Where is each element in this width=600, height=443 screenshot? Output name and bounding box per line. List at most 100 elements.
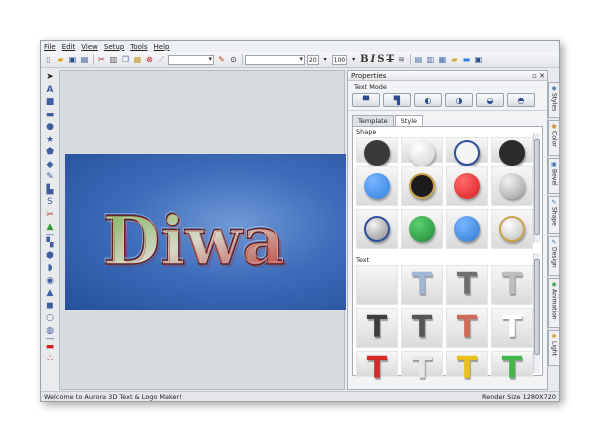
distribute-icon[interactable]: ▦	[437, 54, 448, 65]
tab-style[interactable]: Style	[394, 115, 423, 126]
text-style-item[interactable]: T	[446, 351, 488, 384]
chevron-down-icon[interactable]: ▾	[348, 54, 359, 65]
particles-tool-icon[interactable]: ∴	[44, 353, 56, 365]
mode-shadow-button[interactable]: ◓	[507, 93, 535, 107]
shape-style-item[interactable]	[356, 209, 398, 249]
text-style-item[interactable]	[356, 265, 398, 305]
bold-button[interactable]: B	[360, 54, 368, 65]
save-as-icon[interactable]: ▤	[79, 54, 90, 65]
shape-tool-icon[interactable]: ◆	[44, 159, 56, 171]
side-tab-styles[interactable]: ◉ Styles	[548, 82, 560, 118]
circle-tool-icon[interactable]: ●	[44, 121, 56, 133]
side-tab-color[interactable]: ◉ Color	[548, 120, 560, 156]
flag-tool-icon[interactable]: ▬	[44, 341, 56, 353]
chart-tool-icon[interactable]: ▙	[44, 184, 56, 196]
print-icon[interactable]: ▥	[108, 54, 119, 65]
shape-style-item[interactable]	[401, 209, 443, 249]
shape-style-item[interactable]	[491, 209, 533, 249]
mode-flat-button[interactable]: ▀	[352, 93, 380, 107]
shape-scroll-thumb[interactable]	[534, 139, 540, 235]
menu-edit[interactable]: Edit	[62, 43, 76, 51]
image-icon[interactable]: ▬	[461, 54, 472, 65]
render-scene[interactable]: Diwa Diwa Diwa	[65, 154, 346, 310]
open-folder-icon[interactable]: ▰	[55, 54, 66, 65]
rectangle-tool-icon[interactable]: ■	[44, 96, 56, 108]
text-style-item[interactable]: T	[491, 308, 533, 348]
folder-icon[interactable]: ▰	[449, 54, 460, 65]
ring-tool-icon[interactable]: ○	[44, 312, 56, 324]
scissors-tool-icon[interactable]: ✂	[44, 209, 56, 221]
menu-setup[interactable]: Setup	[104, 43, 124, 51]
shape-style-item[interactable]	[446, 166, 488, 206]
brush-icon[interactable]: ⟋	[156, 54, 167, 65]
text-style-item[interactable]: T	[491, 351, 533, 384]
torus-tool-icon[interactable]: ◉	[44, 275, 56, 287]
text-scroll-thumb[interactable]	[534, 259, 540, 355]
save-icon[interactable]: ▣	[67, 54, 78, 65]
pentagon-tool-icon[interactable]: ⬟	[44, 146, 56, 158]
text-style-item[interactable]: T	[401, 351, 443, 384]
cut-icon[interactable]: ✂	[96, 54, 107, 65]
text-style-item[interactable]: T	[491, 265, 533, 305]
box-tool-icon[interactable]: ◼	[44, 300, 56, 312]
font-select[interactable]	[245, 54, 305, 65]
mode-round-button[interactable]: ◑	[445, 93, 473, 107]
side-tab-light[interactable]: ✱ Light	[548, 330, 560, 366]
play-icon[interactable]: ⊙	[228, 54, 239, 65]
side-tab-animation[interactable]: ◉ Animation	[548, 278, 560, 328]
text-tool-icon[interactable]: A	[44, 84, 56, 96]
menu-tools[interactable]: Tools	[130, 43, 147, 51]
cylinder-tool-icon[interactable]: ⬢	[44, 250, 56, 262]
canvas-area[interactable]: Diwa Diwa Diwa	[59, 70, 346, 390]
select-arrow-icon[interactable]: ➤	[44, 71, 56, 83]
side-tab-bevel[interactable]: ▣ Bevel	[548, 158, 560, 194]
font-size-field[interactable]: 20	[307, 54, 319, 65]
shape-style-item[interactable]	[491, 166, 533, 206]
side-tab-shape[interactable]: ✎ Shape	[548, 196, 560, 234]
text-style-item[interactable]: T	[401, 265, 443, 305]
shape-style-item[interactable]	[356, 137, 398, 166]
logo-3d-text[interactable]: Diwa Diwa Diwa	[97, 182, 297, 282]
panel-close-icon[interactable]: ▫ ✕	[532, 72, 547, 80]
mode-ring-button[interactable]: ◒	[476, 93, 504, 107]
shape-style-item[interactable]	[491, 137, 533, 166]
s-shape-tool-icon[interactable]: S	[44, 196, 56, 208]
mode-extrude-button[interactable]: ▜	[383, 93, 411, 107]
delete-icon[interactable]: ⊗	[144, 54, 155, 65]
text-style-item[interactable]: T	[356, 351, 398, 384]
shape-style-item[interactable]	[401, 166, 443, 206]
cone-tool-icon[interactable]: ◗	[44, 262, 56, 274]
shape-style-item[interactable]	[446, 209, 488, 249]
menu-file[interactable]: File	[44, 43, 56, 51]
color-picker-icon[interactable]: ✎	[216, 54, 227, 65]
shape-style-item[interactable]	[446, 137, 488, 166]
font-family-select[interactable]	[168, 54, 214, 65]
shape-style-item[interactable]	[356, 166, 398, 206]
strike-button[interactable]: T	[386, 54, 393, 65]
zoom-field[interactable]: 100	[331, 54, 348, 65]
align-icon[interactable]: ▤	[413, 54, 424, 65]
menu-view[interactable]: View	[81, 43, 98, 51]
side-tab-design[interactable]: ✎ Design	[548, 236, 560, 276]
text-style-item[interactable]: T	[356, 308, 398, 348]
align-center-icon[interactable]: ▥	[425, 54, 436, 65]
tab-template[interactable]: Template	[352, 115, 394, 126]
new-file-icon[interactable]: ▯	[43, 54, 54, 65]
menu-help[interactable]: Help	[154, 43, 170, 51]
text-style-item[interactable]: T	[401, 308, 443, 348]
star-tool-icon[interactable]: ★	[44, 134, 56, 146]
paste-icon[interactable]: ▦	[132, 54, 143, 65]
italic-button[interactable]: I	[371, 54, 376, 65]
pen-tool-icon[interactable]: ✎	[44, 171, 56, 183]
chevron-down-icon[interactable]: ▾	[320, 54, 331, 65]
copy-icon[interactable]: ❐	[120, 54, 131, 65]
text-style-item[interactable]: T	[446, 308, 488, 348]
mode-bevel-button[interactable]: ◐	[414, 93, 442, 107]
text-style-item[interactable]: T	[446, 265, 488, 305]
pyramid-tool-icon[interactable]: ▲	[44, 287, 56, 299]
rounded-rect-tool-icon[interactable]: ▬	[44, 109, 56, 121]
shadow-button[interactable]: S	[377, 54, 384, 65]
layers-icon[interactable]: ≋	[396, 54, 407, 65]
text-scrollbar[interactable]	[533, 253, 540, 373]
shape-scrollbar[interactable]	[533, 133, 540, 243]
